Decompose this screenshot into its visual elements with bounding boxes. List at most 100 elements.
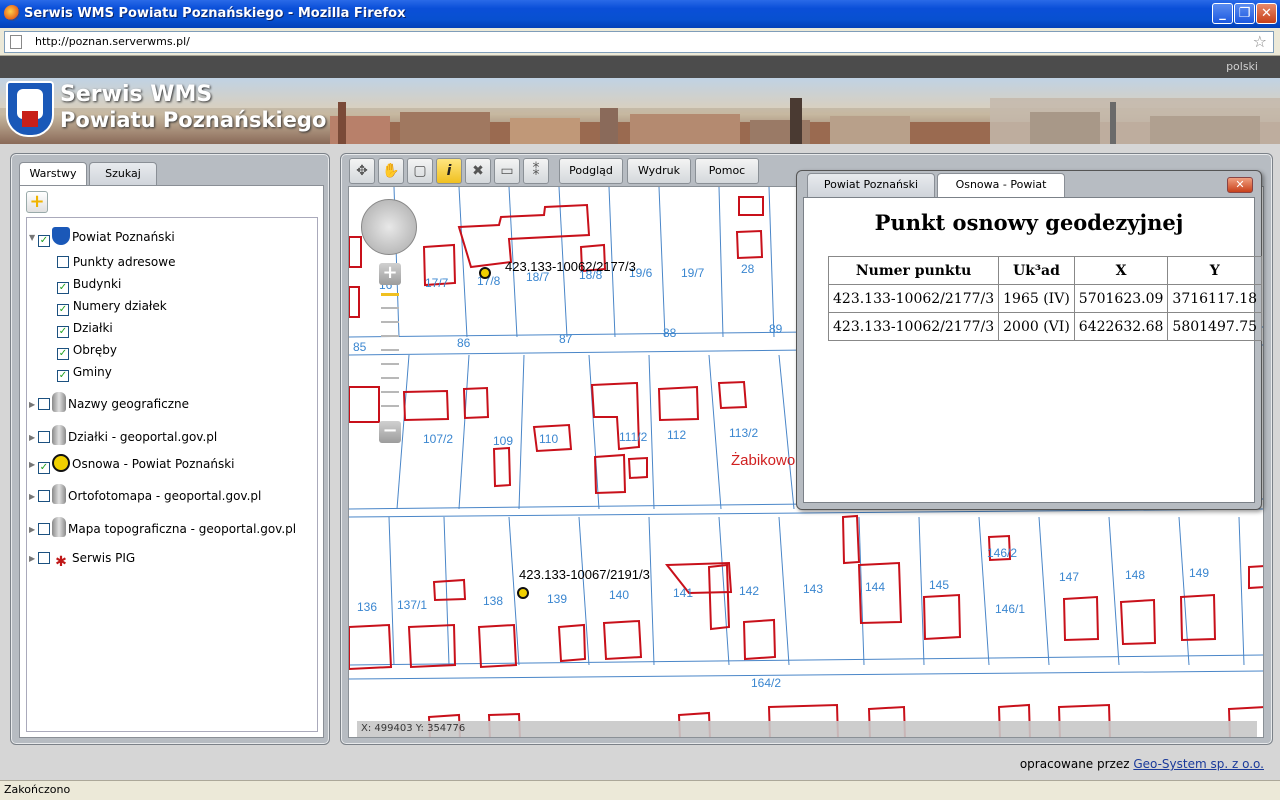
- layer-checkbox[interactable]: [38, 523, 50, 535]
- layer-checkbox[interactable]: [38, 398, 50, 410]
- layer-row[interactable]: ✓ Numery działek: [57, 298, 167, 316]
- minimize-button[interactable]: _: [1212, 3, 1233, 24]
- layer-row[interactable]: ✓ Działki: [57, 320, 113, 338]
- expand-arrow-icon[interactable]: ▶: [29, 430, 38, 446]
- popup-tab-powiat[interactable]: Powiat Poznański: [807, 173, 935, 197]
- info-icon[interactable]: i: [436, 158, 462, 184]
- coat-of-arms-icon: [52, 227, 70, 245]
- globe-icon: [52, 392, 66, 412]
- table-cell: 423.133-10062/2177/3: [827, 284, 1000, 313]
- url-text: http://poznan.serverwms.pl/: [35, 35, 190, 48]
- layer-checkbox[interactable]: [57, 256, 69, 268]
- zoom-level-marker[interactable]: [381, 293, 399, 296]
- layer-row[interactable]: ▶ Działki - geoportal.gov.pl: [29, 425, 218, 446]
- expand-arrow-icon[interactable]: ▶: [29, 489, 38, 505]
- layer-row[interactable]: ✓ Budynki: [57, 276, 121, 294]
- layer-label: Nazwy geograficzne: [68, 397, 190, 411]
- zoom-tick[interactable]: [381, 335, 399, 337]
- site-title-line2: Powiatu Poznańskiego: [60, 108, 327, 132]
- print-button[interactable]: Wydruk: [627, 158, 691, 184]
- browser-status-bar: Zakończono: [0, 780, 1280, 800]
- layer-label: Działki - geoportal.gov.pl: [68, 430, 218, 444]
- layer-row[interactable]: ✓ Gminy: [57, 364, 112, 382]
- survey-point-table: Numer punktu Uk³ad X Y 423.133-10062/217…: [827, 256, 1263, 341]
- close-window-button[interactable]: ✕: [1256, 3, 1277, 24]
- preview-button[interactable]: Podgląd: [559, 158, 623, 184]
- parcel-number-label: 145: [929, 578, 949, 592]
- column-header: Y: [1167, 256, 1263, 285]
- layer-row[interactable]: ✓ Obręby: [57, 342, 117, 360]
- layer-row[interactable]: ▼ ✓ Powiat Poznański: [29, 227, 175, 247]
- browser-window: Serwis WMS Powiatu Poznańskiego - Mozill…: [0, 0, 1280, 800]
- layer-row[interactable]: Punkty adresowe: [57, 254, 175, 272]
- zoom-tick[interactable]: [381, 321, 399, 323]
- layer-checkbox[interactable]: ✓: [57, 370, 69, 382]
- layer-checkbox[interactable]: ✓: [57, 326, 69, 338]
- zoom-in-button[interactable]: +: [379, 263, 401, 285]
- pan-arrows-icon[interactable]: ✥: [349, 158, 375, 184]
- ruler-icon[interactable]: ▭: [494, 158, 520, 184]
- table-cell: 423.133-10062/2177/3: [827, 312, 1000, 341]
- expand-arrow-icon[interactable]: ▶: [29, 397, 38, 413]
- pan-control[interactable]: [361, 199, 417, 255]
- zoom-tick[interactable]: [381, 391, 399, 393]
- zoom-box-icon[interactable]: ▢: [407, 158, 433, 184]
- expand-arrow-icon[interactable]: ▶: [29, 522, 38, 538]
- expand-arrow-icon[interactable]: ▶: [29, 457, 38, 473]
- parcel-number-label: 110: [539, 432, 558, 446]
- table-row: 423.133-10062/2177/3 1965 (IV) 5701623.0…: [827, 284, 1263, 313]
- geo-system-link[interactable]: Geo-System sp. z o.o.: [1133, 757, 1264, 771]
- collapse-arrow-icon[interactable]: ▼: [29, 230, 38, 246]
- column-header: Numer punktu: [827, 256, 1000, 285]
- place-name-label: Żabikowo: [731, 451, 795, 469]
- layer-row[interactable]: ▶ Ortofotomapa - geoportal.gov.pl: [29, 484, 261, 505]
- parcel-number-label: 142: [739, 584, 759, 598]
- expand-arrow-icon[interactable]: ▶: [29, 551, 38, 567]
- layer-row[interactable]: ▶ ✓ Osnowa - Powiat Poznański: [29, 454, 235, 474]
- survey-point-icon: [52, 454, 70, 472]
- layer-checkbox[interactable]: [38, 431, 50, 443]
- firefox-icon: [4, 5, 20, 21]
- close-popup-button[interactable]: ✕: [1227, 177, 1253, 193]
- address-toolbar: http://poznan.serverwms.pl/ ☆: [0, 28, 1280, 56]
- layer-checkbox[interactable]: [38, 490, 50, 502]
- layer-checkbox[interactable]: ✓: [57, 304, 69, 316]
- language-link[interactable]: polski: [1226, 60, 1258, 73]
- zoom-tick[interactable]: [381, 307, 399, 309]
- column-header: Uk³ad: [998, 256, 1075, 285]
- tools-icon[interactable]: ✖: [465, 158, 491, 184]
- layer-checkbox[interactable]: ✓: [57, 348, 69, 360]
- table-cell: 1965 (IV): [998, 284, 1075, 313]
- layers-tab-body: + ▼ ✓ Powiat Poznański Punkty adresowe ✓ B…: [19, 185, 324, 738]
- layer-checkbox[interactable]: ✓: [38, 235, 50, 247]
- hand-icon[interactable]: ✋: [378, 158, 404, 184]
- help-button[interactable]: Pomoc: [695, 158, 759, 184]
- parcel-number-label: 139: [547, 592, 567, 606]
- tab-szukaj[interactable]: Szukaj: [89, 162, 157, 186]
- url-input[interactable]: http://poznan.serverwms.pl/ ☆: [4, 31, 1274, 53]
- popup-tab-osnowa[interactable]: Osnowa - Powiat Pozn...: [937, 173, 1065, 213]
- pig-icon: ✱: [55, 554, 67, 570]
- top-strip: polski: [0, 56, 1280, 78]
- footsteps-icon[interactable]: ⁑: [523, 158, 549, 184]
- survey-point-label: 423.133-10067/2191/3: [519, 567, 650, 582]
- layer-row[interactable]: ▶ ✱ Serwis PIG: [29, 550, 135, 570]
- layer-row[interactable]: ▶ Mapa topograficzna - geoportal.gov.pl: [29, 517, 296, 538]
- bookmark-star-icon[interactable]: ☆: [1253, 32, 1267, 51]
- maximize-button[interactable]: ❐: [1234, 3, 1255, 24]
- layer-checkbox[interactable]: [38, 552, 50, 564]
- layer-row[interactable]: ▶ Nazwy geograficzne: [29, 392, 190, 413]
- zoom-tick[interactable]: [381, 405, 399, 407]
- survey-point-marker[interactable]: [479, 267, 491, 279]
- zoom-tick[interactable]: [381, 363, 399, 365]
- zoom-tick[interactable]: [381, 349, 399, 351]
- zoom-tick[interactable]: [381, 377, 399, 379]
- city-skyline-image: [330, 98, 1280, 144]
- tab-warstwy[interactable]: Warstwy: [19, 162, 87, 186]
- layer-checkbox[interactable]: ✓: [57, 282, 69, 294]
- survey-point-marker[interactable]: [517, 587, 529, 599]
- parcel-number-label: 111/2: [619, 430, 648, 444]
- zoom-out-button[interactable]: −: [379, 421, 401, 443]
- layer-checkbox[interactable]: ✓: [38, 462, 50, 474]
- add-layer-button[interactable]: +: [26, 191, 48, 213]
